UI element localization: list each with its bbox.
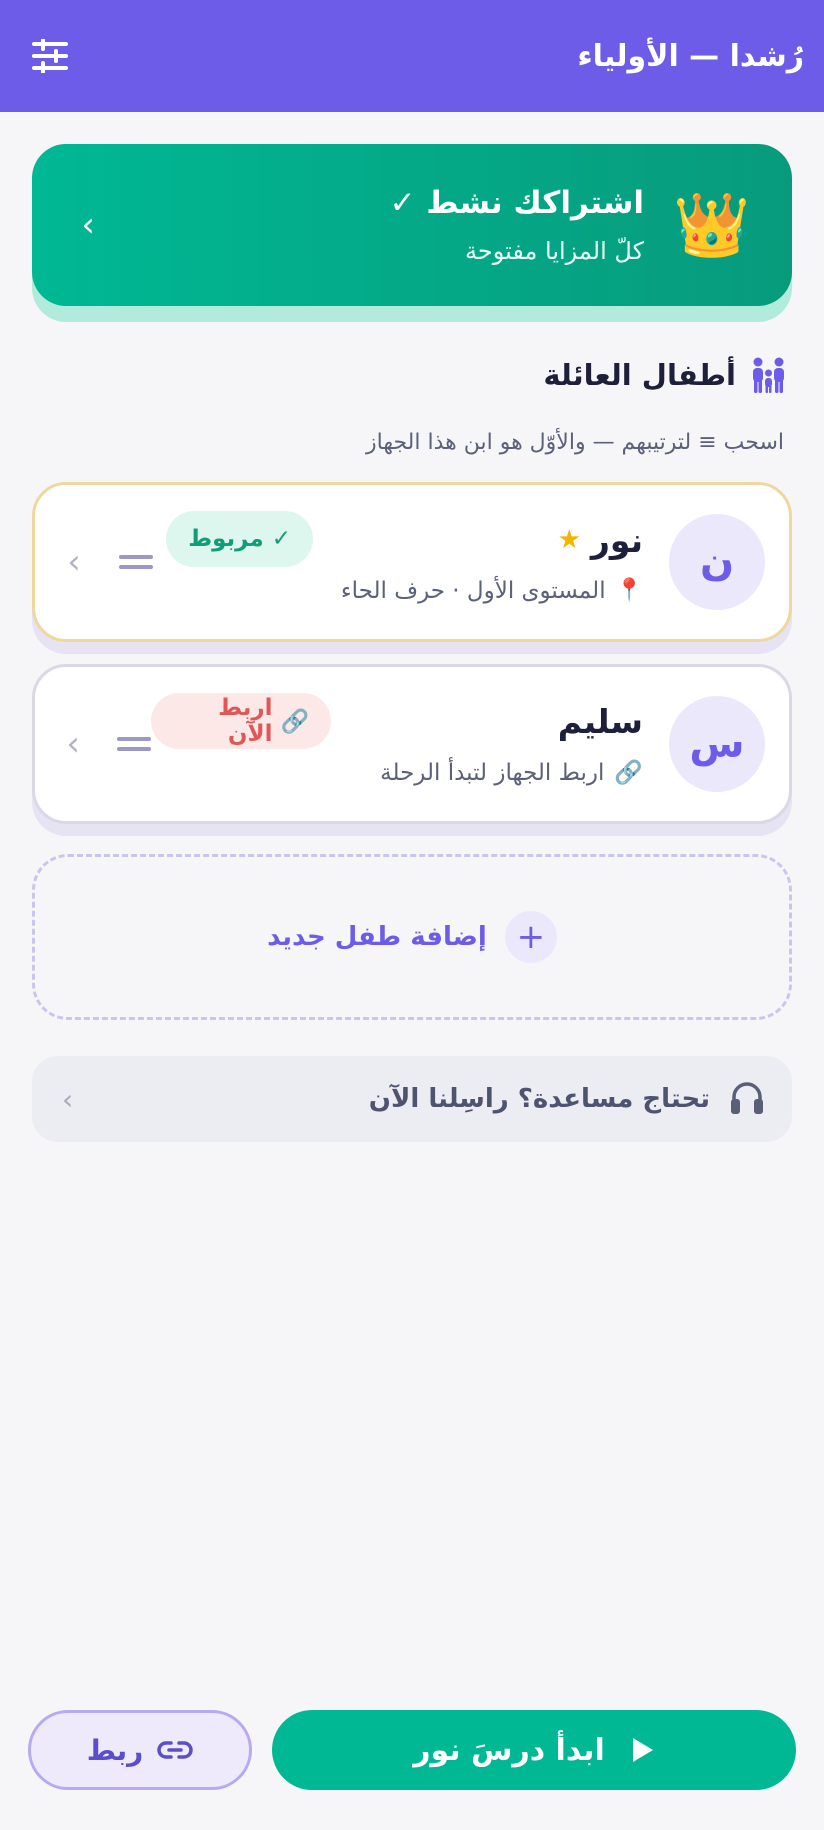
crown-icon: 👑: [673, 188, 751, 261]
avatar: ن: [669, 514, 765, 610]
app-title: رُشدا — الأولياء: [577, 38, 804, 74]
link-icon: [157, 1741, 194, 1759]
link-now-button[interactable]: 🔗 اربط الآن: [151, 693, 332, 749]
link-device-button[interactable]: ربط: [28, 1710, 252, 1790]
headset-icon: [731, 1082, 763, 1114]
link-device-label: ربط: [86, 1733, 144, 1767]
plus-icon: +: [504, 911, 557, 963]
linked-status-badge: ✓ مربوط: [166, 511, 313, 567]
drag-handle[interactable]: [117, 737, 152, 751]
add-child-button[interactable]: + إضافة طفل جديد: [32, 854, 792, 1020]
link-icon: 🔗: [280, 708, 310, 735]
child-name-row: سليم: [331, 702, 643, 741]
play-icon: [632, 1738, 653, 1762]
reorder-hint: اسحب ≡ لترتيبهم — والأوّل هو ابن هذا الج…: [366, 430, 784, 455]
link-now-label: اربط الآن: [218, 695, 273, 747]
settings-sliders-button[interactable]: [28, 34, 72, 78]
child-card-noor[interactable]: ن نور ★ 📍 المستوى الأول · حرف الحاء ✓ مر…: [32, 482, 792, 642]
chevron-left-icon: ›: [66, 724, 80, 764]
child-link-hint: 🔗 اربط الجهاز لتبدأ الرحلة: [331, 759, 643, 787]
child-name: سليم: [557, 702, 643, 741]
chevron-left-icon: ›: [67, 542, 81, 582]
parents-home-screen: رُشدا — الأولياء 👑 اشتراكك نشط ✓ كلّ الم…: [0, 0, 824, 1830]
chevron-left-icon: ›: [62, 1082, 74, 1116]
child-name-row: نور ★: [313, 521, 643, 560]
child-link-text: اربط الجهاز لتبدأ الرحلة: [380, 759, 605, 786]
chevron-left-icon: ›: [81, 205, 95, 245]
star-icon: ★: [557, 525, 581, 555]
child-name: نور: [590, 520, 643, 560]
start-lesson-button[interactable]: ابدأ درسَ نور: [272, 1710, 796, 1790]
drag-handle[interactable]: [119, 555, 153, 569]
child-card-noor-wrapper: ن نور ★ 📍 المستوى الأول · حرف الحاء ✓ مر…: [32, 482, 792, 654]
subscription-title: اشتراكك نشط ✓: [389, 185, 644, 221]
child-info: سليم 🔗 اربط الجهاز لتبدأ الرحلة: [331, 702, 643, 786]
add-child-label: إضافة طفل جديد: [267, 922, 487, 952]
help-contact-row[interactable]: تحتاج مساعدة؟ راسِلنا الآن ›: [32, 1056, 792, 1142]
start-lesson-label: ابدأ درسَ نور: [413, 1732, 605, 1768]
top-app-bar: رُشدا — الأولياء: [0, 0, 824, 112]
help-label: تحتاج مساعدة؟ راسِلنا الآن: [368, 1084, 710, 1114]
subscription-text: اشتراكك نشط ✓ كلّ المزايا مفتوحة: [108, 185, 644, 265]
child-card-saleem[interactable]: س سليم 🔗 اربط الجهاز لتبدأ الرحلة 🔗 اربط…: [32, 664, 792, 824]
child-progress: 📍 المستوى الأول · حرف الحاء: [313, 578, 643, 604]
subscription-card[interactable]: 👑 اشتراكك نشط ✓ كلّ المزايا مفتوحة ›: [32, 144, 792, 306]
children-section-header: أطفال العائلة: [543, 356, 788, 394]
sliders-icon: [32, 39, 68, 73]
link-icon: 🔗: [614, 760, 643, 786]
family-icon: [753, 357, 784, 393]
pin-icon: 📍: [615, 578, 643, 603]
children-section-title: أطفال العائلة: [543, 358, 736, 392]
avatar: س: [669, 696, 765, 792]
child-info: نور ★ 📍 المستوى الأول · حرف الحاء: [313, 521, 643, 604]
child-card-saleem-wrapper: س سليم 🔗 اربط الجهاز لتبدأ الرحلة 🔗 اربط…: [32, 664, 792, 836]
subscription-description: كلّ المزايا مفتوحة: [465, 237, 644, 265]
child-level-text: المستوى الأول · حرف الحاء: [340, 577, 606, 604]
